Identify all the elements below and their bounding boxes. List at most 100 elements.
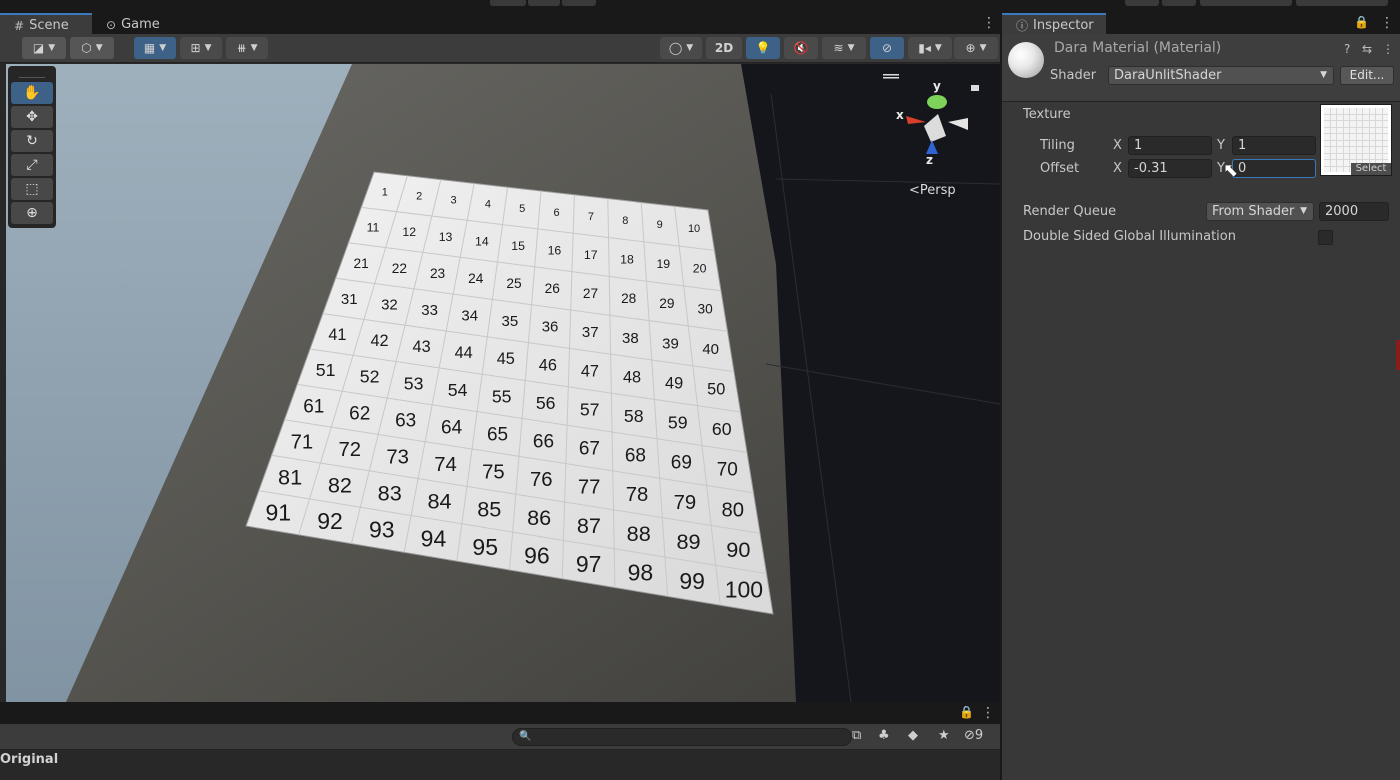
tab-scene[interactable]: # Scene <box>0 13 92 34</box>
presets-icon[interactable]: ⇆ <box>1362 42 1372 56</box>
tab-inspector[interactable]: ⓘ Inspector <box>1002 13 1106 34</box>
grid-cell-number: 27 <box>583 286 598 301</box>
asset-label[interactable]: Original <box>0 752 58 767</box>
double-sided-gi-checkbox[interactable] <box>1318 230 1333 245</box>
grid-cell-number: 53 <box>404 373 424 393</box>
layout-dropdown[interactable] <box>1296 0 1388 6</box>
light-bulb-icon: 💡 <box>755 41 771 55</box>
double-sided-gi-label: Double Sided Global Illumination <box>1023 229 1236 244</box>
inspector-lock-icon[interactable]: 🔒 <box>1354 16 1369 28</box>
texture-cell <box>1330 140 1336 146</box>
offset-y-field[interactable]: 0 <box>1232 159 1316 178</box>
texture-cell <box>1382 134 1388 140</box>
favorites-star-icon[interactable]: ★ <box>938 728 950 743</box>
grid-cell-number: 50 <box>707 380 725 398</box>
rect-tool-button[interactable]: ⬚ <box>11 178 53 200</box>
grid-cell-number: 52 <box>360 367 380 387</box>
tool-palette: ✋ ✥ ↻ ⤢ ⬚ ⊕ <box>8 66 56 228</box>
texture-thumbnail[interactable]: Select <box>1320 104 1392 176</box>
scene-panel: # Scene ⊙ Game ⋮ ◪ ▼ ⬡ ▼ ▦ ▼ ⊞ ▼ ⧻ ▼ ◯ ▼ 2D 💡 … <box>0 12 1000 702</box>
projection-toggle[interactable]: <Persp <box>909 183 956 198</box>
grid-cell-number: 19 <box>656 257 670 271</box>
camera-settings-button[interactable]: ▮◂ ▼ <box>908 37 952 59</box>
draw-mode-button[interactable]: ◪ ▼ <box>22 37 66 59</box>
inspector-kebab-icon[interactable]: ⋮ <box>1380 16 1394 30</box>
render-queue-dropdown[interactable]: From Shader ▼ <box>1206 202 1314 221</box>
rotate-tool-button[interactable]: ↻ <box>11 130 53 152</box>
texture-cell <box>1363 147 1369 153</box>
transform-tool-button[interactable]: ⊕ <box>11 202 53 224</box>
gizmo-lock-icon[interactable] <box>971 85 979 91</box>
texture-cell <box>1343 121 1349 127</box>
pause-button[interactable] <box>528 0 560 6</box>
grid-cell-number: 78 <box>626 484 649 506</box>
grid-cell-number: 44 <box>455 344 473 362</box>
texture-cell <box>1343 114 1349 120</box>
bottom-kebab-icon[interactable]: ⋮ <box>981 706 995 720</box>
move-tool-button[interactable]: ✥ <box>11 106 53 128</box>
grid-cell-number: 37 <box>582 324 599 341</box>
tiling-y-field[interactable]: 1 <box>1232 136 1316 155</box>
scene-toolbar: ◪ ▼ ⬡ ▼ ▦ ▼ ⊞ ▼ ⧻ ▼ ◯ ▼ 2D 💡 🔇 ≋ ▼ ⊘ ▮◂ ▼ ⊕ ▼ <box>0 34 1000 63</box>
grid-cell-number: 25 <box>506 276 522 291</box>
tab-game[interactable]: ⊙ Game <box>92 13 172 34</box>
scene-kebab-icon[interactable]: ⋮ <box>982 16 996 30</box>
lighting-toggle[interactable]: 💡 <box>746 37 780 59</box>
scene-viewport[interactable]: 1 2 3 4 5 6 7 8 9 10 11 12 13 14 15 16 17 18 19 20 21 22 23 24 2… <box>6 64 1000 702</box>
offset-x-field[interactable]: -0.31 <box>1128 159 1212 178</box>
grid-cell-number: 16 <box>548 243 562 257</box>
texture-label: Texture <box>1023 107 1071 122</box>
help-icon[interactable]: ? <box>1344 42 1350 56</box>
search-button[interactable] <box>1162 0 1196 6</box>
hidden-packages-toggle[interactable]: ⊘9 <box>964 728 983 743</box>
scale-tool-button[interactable]: ⤢ <box>11 154 53 176</box>
scene-tabbar: # Scene ⊙ Game ⋮ <box>0 12 1000 34</box>
gizmo-y-label: y <box>933 79 941 93</box>
grid-cell-number: 18 <box>620 253 634 267</box>
label-tag-icon[interactable]: ◆ <box>908 728 918 743</box>
grid-cell-number: 26 <box>545 281 561 296</box>
tiling-x-field[interactable]: 1 <box>1128 136 1212 155</box>
grid-cell-number: 22 <box>392 261 407 276</box>
view-options-button[interactable]: ⬡ ▼ <box>70 37 114 59</box>
gizmos-button[interactable]: ⊕ ▼ <box>954 37 998 59</box>
shader-dropdown[interactable]: DaraUnlitShader ▼ <box>1108 66 1334 85</box>
scene-hash-icon: # <box>14 18 25 33</box>
lock-icon[interactable]: 🔒 <box>959 706 974 718</box>
layers-dropdown[interactable] <box>1200 0 1292 6</box>
increment-snap-button[interactable]: ⊞ ▼ <box>180 37 222 59</box>
draw-mode-toggle[interactable]: ◯ ▼ <box>660 37 702 59</box>
play-button[interactable] <box>490 0 526 6</box>
texture-cell <box>1337 140 1343 146</box>
texture-cell <box>1343 134 1349 140</box>
grid-cell-number: 89 <box>676 529 700 554</box>
project-search-input[interactable]: 🔍 <box>512 728 852 746</box>
grid-cell-number: 28 <box>621 291 637 306</box>
bottom-toolbar: 🔍 ⧉ ♣ ◆ ★ ⊘9 <box>0 724 1000 750</box>
grid-cell-number: 24 <box>468 271 484 286</box>
texture-cell <box>1363 134 1369 140</box>
effects-toggle[interactable]: ≋ ▼ <box>822 37 866 59</box>
texture-select-button[interactable]: Select <box>1351 163 1391 175</box>
scene-visibility-toggle[interactable]: ⊘ <box>870 37 904 59</box>
header-kebab-icon[interactable]: ⋮ <box>1382 42 1394 56</box>
texture-cell <box>1382 108 1388 114</box>
grid-cell-number: 70 <box>717 460 738 481</box>
grid-snap-icon: ▦ <box>143 41 156 55</box>
edit-shader-button[interactable]: Edit... <box>1340 66 1394 85</box>
grid-visibility-button[interactable]: ⧻ ▼ <box>226 37 268 59</box>
render-queue-field[interactable]: 2000 <box>1319 202 1389 221</box>
grid-snap-button[interactable]: ▦ ▼ <box>134 37 176 59</box>
cloud-button[interactable] <box>1125 0 1159 6</box>
gizmo-y-cone[interactable] <box>927 95 947 109</box>
texture-cell <box>1330 108 1336 114</box>
palette-grip[interactable] <box>19 70 45 78</box>
texture-cell <box>1350 153 1356 159</box>
search-by-type-icon[interactable]: ⧉ <box>852 728 861 743</box>
hand-tool-button[interactable]: ✋ <box>11 82 53 104</box>
inspector-panel: ⓘ Inspector 🔒 ⋮ Dara Material (Material)… <box>1002 12 1400 780</box>
step-button[interactable] <box>562 0 596 6</box>
audio-toggle[interactable]: 🔇 <box>784 37 818 59</box>
mode-2d-button[interactable]: 2D <box>706 37 742 59</box>
filter-type-icon[interactable]: ♣ <box>878 728 890 743</box>
